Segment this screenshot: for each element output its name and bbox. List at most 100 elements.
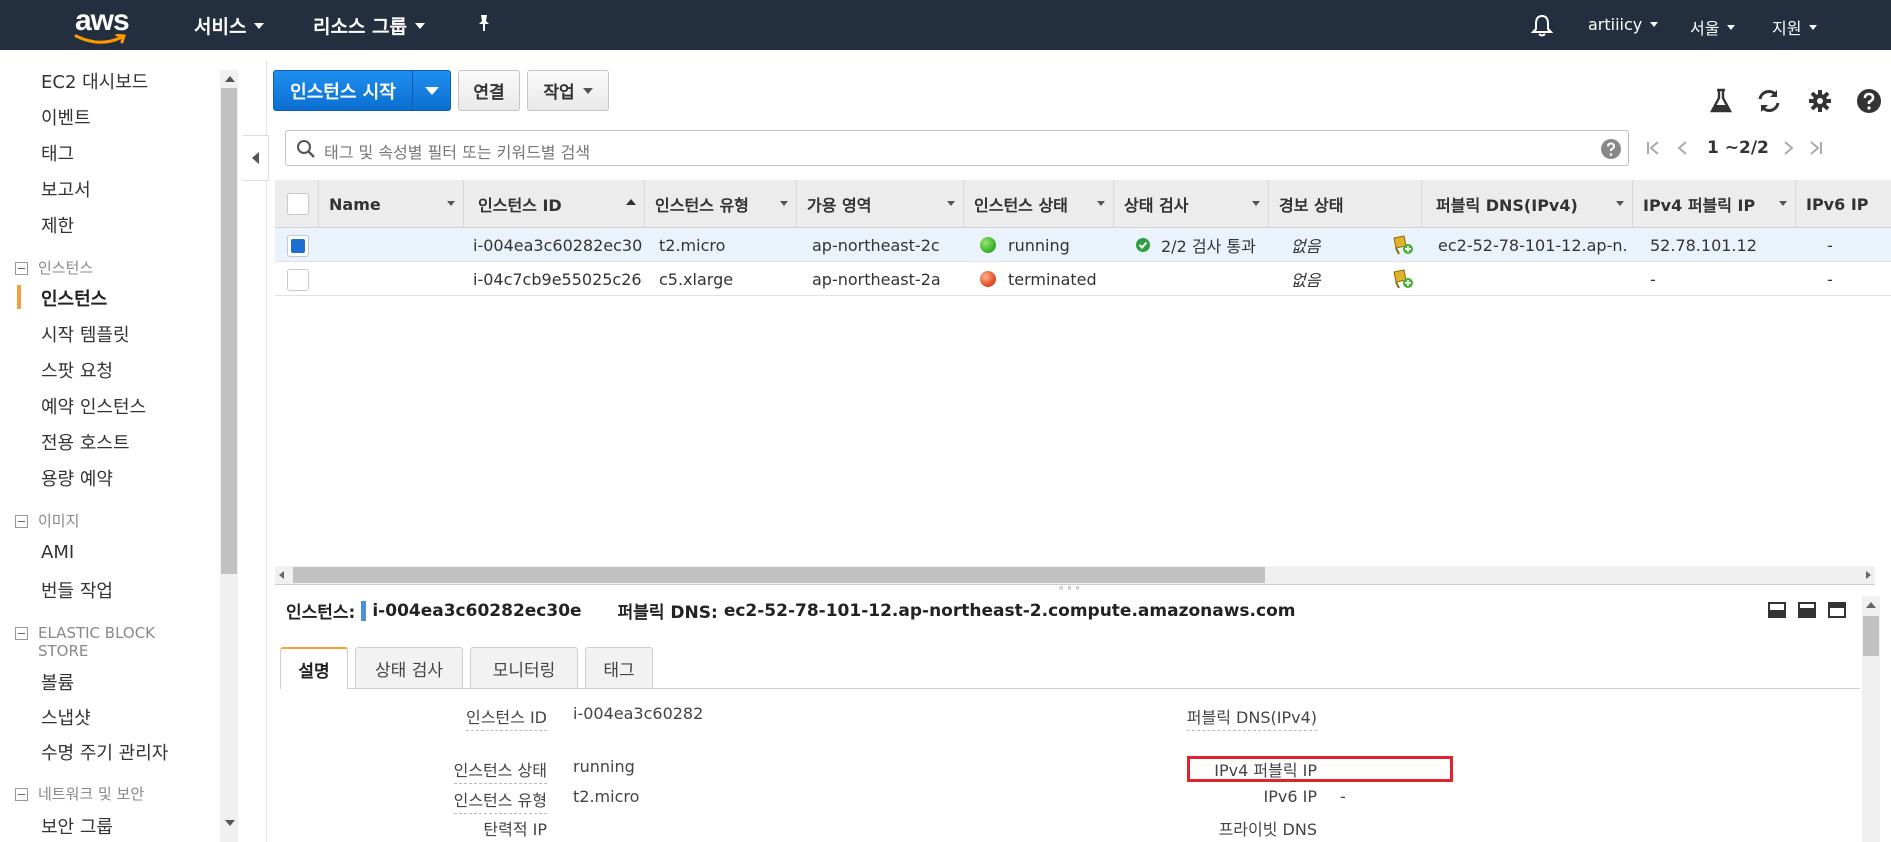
- column-label: IPv4 퍼블릭 IP: [1643, 196, 1756, 215]
- sidebar-scrollbar-thumb[interactable]: [221, 88, 237, 574]
- sidebar-item-bundle-tasks[interactable]: 번들 작업: [41, 577, 113, 603]
- scroll-up-icon[interactable]: [1866, 602, 1876, 608]
- sidebar-item-reports[interactable]: 보고서: [41, 176, 91, 202]
- instance-color-marker: [361, 600, 367, 621]
- sidebar-item-spot-requests[interactable]: 스팟 요청: [41, 357, 113, 383]
- tab-description[interactable]: 설명: [280, 647, 348, 689]
- tab-status-checks[interactable]: 상태 검사: [355, 647, 463, 688]
- sidebar-item-reserved-instances[interactable]: 예약 인스턴스: [41, 393, 146, 419]
- flask-icon[interactable]: [1706, 86, 1736, 116]
- detail-vertical-scrollbar[interactable]: [1862, 596, 1880, 842]
- search-input[interactable]: 태그 및 속성별 필터 또는 키워드별 검색: [285, 130, 1629, 166]
- scroll-up-icon[interactable]: [225, 76, 235, 82]
- column-header-ipv6-ip[interactable]: IPv6 IP: [1796, 180, 1891, 228]
- aws-logo[interactable]: aws: [72, 4, 132, 46]
- drag-handle-icon: ∘∘∘: [1058, 583, 1083, 594]
- user-menu[interactable]: artiiicy: [1588, 15, 1659, 34]
- column-header-instance-id[interactable]: 인스턴스 ID: [464, 180, 645, 228]
- notifications-button[interactable]: [1531, 13, 1553, 37]
- tab-tags[interactable]: 태그: [585, 647, 653, 688]
- previous-page-icon[interactable]: [1675, 140, 1691, 156]
- status-check-label: 2/2 검사 통과: [1161, 237, 1256, 256]
- sidebar-section-network-security[interactable]: 네트워크 및 보안: [15, 785, 144, 803]
- first-page-icon[interactable]: [1645, 140, 1661, 156]
- check-circle-icon: [1136, 238, 1150, 252]
- services-menu[interactable]: 서비스: [194, 12, 265, 39]
- cell-ipv4-public-ip: 52.78.101.12: [1650, 235, 1757, 255]
- scroll-down-icon[interactable]: [225, 820, 235, 826]
- sidebar-section-ebs[interactable]: ELASTIC BLOCK STORE: [15, 624, 185, 660]
- next-page-icon[interactable]: [1780, 140, 1796, 156]
- cell-alarm-status: 없음: [1291, 237, 1321, 256]
- region-menu[interactable]: 서울: [1690, 15, 1736, 39]
- help-icon[interactable]: [1854, 86, 1884, 116]
- collapse-sidebar-button[interactable]: [243, 135, 269, 181]
- resource-groups-menu[interactable]: 리소스 그룹: [313, 12, 426, 39]
- column-header-public-dns[interactable]: 퍼블릭 DNS(IPv4): [1422, 180, 1633, 228]
- column-header-availability-zone[interactable]: 가용 영역: [797, 180, 964, 228]
- field-label-elastic-ip: 탄력적 IP: [483, 816, 547, 842]
- sidebar-item-tags[interactable]: 태그: [41, 140, 74, 166]
- table-row[interactable]: i-04c7cb9e55025c268 c5.xlarge ap-northea…: [275, 262, 1891, 296]
- tab-monitoring[interactable]: 모니터링: [470, 647, 578, 688]
- column-header-instance-state[interactable]: 인스턴스 상태: [964, 180, 1114, 228]
- sidebar-item-ec2-dashboard[interactable]: EC2 대시보드: [41, 68, 148, 94]
- sidebar-item-limits[interactable]: 제한: [41, 212, 74, 238]
- launch-dropdown-button[interactable]: [413, 71, 451, 110]
- sidebar-section-instances[interactable]: 인스턴스: [15, 259, 93, 277]
- pin-button[interactable]: [476, 14, 492, 32]
- column-header-status-check[interactable]: 상태 검사: [1114, 180, 1269, 228]
- section-title: 네트워크 및 보안: [38, 785, 145, 803]
- panel-bottom-icon[interactable]: [1768, 602, 1786, 618]
- services-label: 서비스: [194, 16, 247, 38]
- sidebar-section-images[interactable]: 이미지: [15, 512, 79, 530]
- launch-instance-label[interactable]: 인스턴스 시작: [274, 71, 412, 110]
- add-alarm-icon[interactable]: [1391, 234, 1415, 256]
- sidebar-item-capacity-reservations[interactable]: 용량 예약: [41, 465, 113, 491]
- panel-top-icon[interactable]: [1828, 602, 1846, 618]
- sidebar-item-security-groups[interactable]: 보안 그룹: [41, 813, 113, 839]
- sidebar-item-snapshots[interactable]: 스냅샷: [41, 704, 91, 730]
- detail-header: 인스턴스: i-004ea3c60282ec30e 퍼블릭 DNS: ec2-5…: [286, 598, 1295, 623]
- connect-button[interactable]: 연결: [458, 70, 520, 111]
- sidebar-item-instances[interactable]: 인스턴스: [41, 285, 107, 311]
- sidebar-item-ami[interactable]: AMI: [41, 542, 74, 563]
- column-header-instance-type[interactable]: 인스턴스 유형: [645, 180, 797, 228]
- scroll-right-icon[interactable]: [1866, 571, 1871, 579]
- help-icon[interactable]: [1600, 138, 1622, 160]
- pagination-text: 1 ~2/2: [1707, 138, 1769, 158]
- scrollbar-thumb[interactable]: [1863, 616, 1879, 656]
- table-horizontal-scrollbar[interactable]: [275, 566, 1875, 584]
- launch-instance-button[interactable]: 인스턴스 시작: [273, 70, 451, 111]
- sidebar-item-dedicated-hosts[interactable]: 전용 호스트: [41, 429, 130, 455]
- sidebar-item-launch-templates[interactable]: 시작 템플릿: [41, 321, 130, 347]
- column-header-alarm-status[interactable]: 경보 상태: [1269, 180, 1422, 228]
- gear-icon[interactable]: [1805, 86, 1835, 116]
- scroll-left-icon[interactable]: [279, 571, 284, 579]
- chevron-down-icon: [447, 201, 455, 206]
- sidebar-item-events[interactable]: 이벤트: [41, 104, 91, 130]
- last-page-icon[interactable]: [1808, 140, 1824, 156]
- refresh-icon[interactable]: [1754, 86, 1784, 116]
- actions-button[interactable]: 작업: [527, 70, 609, 111]
- panel-resize-handle[interactable]: ∘∘∘: [275, 583, 1875, 594]
- table-header: Name 인스턴스 ID 인스턴스 유형 가용 영역 인스턴스 상태 상태 검사…: [275, 180, 1891, 228]
- table-row[interactable]: i-004ea3c60282ec30e t2.micro ap-northeas…: [275, 228, 1891, 262]
- panel-split-icon[interactable]: [1798, 602, 1816, 618]
- scrollbar-thumb[interactable]: [293, 567, 1265, 583]
- row-checkbox[interactable]: [287, 269, 309, 291]
- column-label: 인스턴스 상태: [974, 196, 1068, 215]
- chevron-down-icon: [780, 201, 788, 206]
- column-header-ipv4-public-ip[interactable]: IPv4 퍼블릭 IP: [1633, 180, 1796, 228]
- field-label-instance-type: 인스턴스 유형: [453, 787, 547, 814]
- cell-ipv6-ip: -: [1827, 235, 1833, 255]
- select-all-checkbox[interactable]: [287, 193, 309, 215]
- column-label: 경보 상태: [1279, 196, 1344, 215]
- sidebar-item-volumes[interactable]: 볼륨: [41, 669, 74, 695]
- support-menu[interactable]: 지원: [1772, 15, 1818, 39]
- add-alarm-icon[interactable]: [1391, 268, 1415, 290]
- sidebar-item-lifecycle-manager[interactable]: 수명 주기 관리자: [41, 739, 168, 765]
- chevron-down-icon: [254, 22, 265, 29]
- row-checkbox[interactable]: [287, 235, 309, 257]
- column-header-name[interactable]: Name: [319, 180, 464, 228]
